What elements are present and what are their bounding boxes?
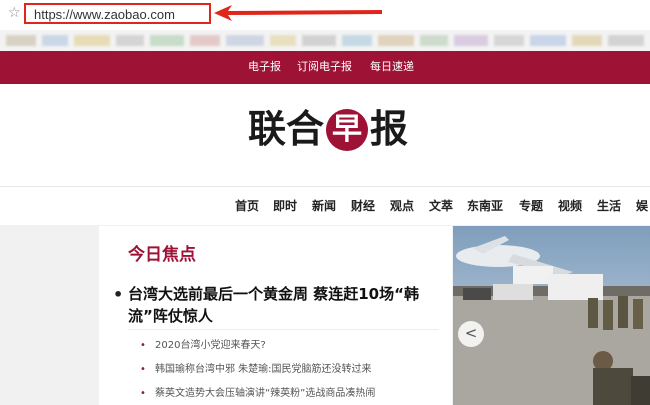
logo-char: 合	[286, 106, 325, 151]
bullet-icon: •	[140, 364, 146, 375]
nav-entertainment[interactable]: 娱	[636, 198, 648, 214]
focus-headline[interactable]: 台湾大选前最后一个黄金周 蔡连赶10场“韩流”阵仗惊人	[128, 283, 438, 327]
bullet-icon: •	[113, 285, 124, 304]
bookmark-blur	[74, 35, 110, 46]
bookmarks-bar	[0, 30, 650, 51]
nav-lifestyle[interactable]: 生活	[597, 198, 621, 214]
bookmark-blur	[226, 35, 264, 46]
url-field[interactable]: https://www.zaobao.com	[24, 3, 211, 24]
related-item[interactable]: 韩国瑜称台湾中邪 朱楚瑜:国民党脑筋还没转过来	[155, 363, 372, 377]
red-arrow-icon	[214, 5, 382, 21]
browser-address-bar: ☆ https://www.zaobao.com	[0, 0, 650, 30]
bookmark-blur	[608, 35, 644, 46]
carousel-photo[interactable]	[453, 226, 650, 405]
related-item[interactable]: 蔡英文造势大会压轴演讲“辣英粉”选战商品凑热闹	[155, 387, 375, 401]
bookmark-blur	[270, 35, 296, 46]
bookmark-blur	[572, 35, 602, 46]
bookmark-blur	[6, 35, 36, 46]
bookmark-blur	[378, 35, 414, 46]
carousel-prev-button[interactable]: <	[458, 321, 484, 347]
bookmark-blur	[420, 35, 448, 46]
nav-opinion[interactable]: 观点	[390, 198, 414, 214]
bullet-icon: •	[140, 388, 146, 399]
nav-realtime[interactable]: 即时	[273, 198, 297, 214]
nav-special[interactable]: 专题	[519, 198, 543, 214]
bookmark-blur	[42, 35, 68, 46]
airport-photo	[453, 226, 650, 405]
link-subscribe-e-paper[interactable]: 订阅电子报	[297, 60, 352, 74]
nav-southeast-asia[interactable]: 东南亚	[467, 198, 503, 214]
bookmark-blur	[454, 35, 488, 46]
url-text: https://www.zaobao.com	[34, 7, 175, 22]
bookmark-blur	[302, 35, 336, 46]
nav-finance[interactable]: 财经	[351, 198, 375, 214]
logo-char: 报	[370, 106, 409, 151]
bookmark-blur	[342, 35, 372, 46]
bookmark-blur	[116, 35, 144, 46]
bookmark-blur	[530, 35, 566, 46]
bookmark-blur	[190, 35, 220, 46]
nav-news[interactable]: 新闻	[312, 198, 336, 214]
logo-char-circle: 早	[326, 109, 368, 151]
bookmark-blur	[150, 35, 184, 46]
link-e-paper[interactable]: 电子报	[248, 60, 281, 74]
bullet-icon: •	[140, 340, 146, 351]
link-daily-express[interactable]: 每日速递	[370, 60, 414, 74]
header-divider	[0, 186, 650, 187]
nav-home[interactable]: 首页	[235, 198, 259, 214]
focus-title: 今日焦点	[128, 245, 196, 265]
nav-video[interactable]: 视频	[558, 198, 582, 214]
related-item[interactable]: 2020台湾小党迎来春天?	[155, 339, 266, 353]
logo-char: 联	[248, 106, 287, 151]
nav-digest[interactable]: 文萃	[429, 198, 453, 214]
bookmark-blur	[494, 35, 524, 46]
star-icon[interactable]: ☆	[8, 5, 21, 21]
